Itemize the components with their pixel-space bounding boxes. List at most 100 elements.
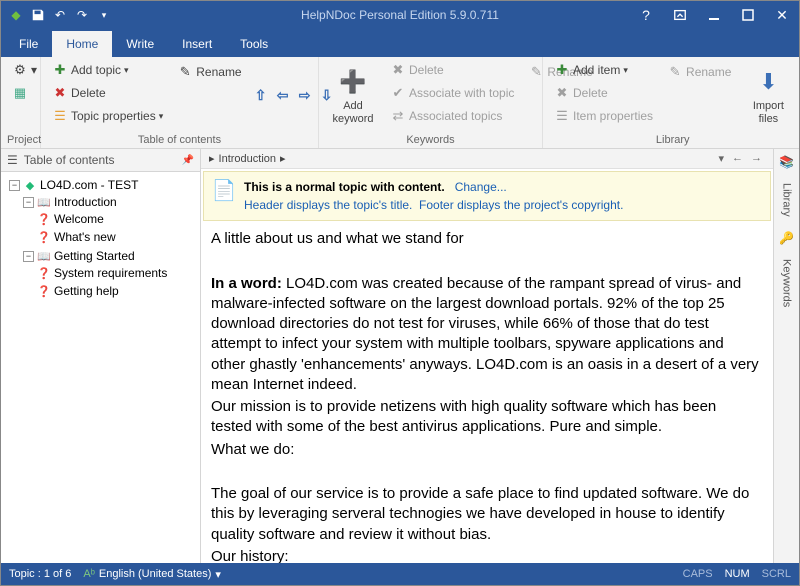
add-item-icon: ✚: [554, 62, 570, 78]
import-files-button[interactable]: ⬇ Import files: [740, 59, 796, 132]
footer-link[interactable]: Footer displays the project's copyright.: [419, 198, 623, 212]
change-link[interactable]: Change...: [455, 180, 507, 194]
delete-item-button[interactable]: ✖Delete: [549, 82, 658, 104]
group-label-library: Library: [549, 132, 796, 148]
doc-paragraph: The goal of our service is to provide a …: [211, 484, 759, 545]
tree-root[interactable]: − ◆ LO4D.com - TEST: [7, 177, 196, 193]
tree-node-getting-started[interactable]: − 📖 Getting Started: [21, 248, 196, 264]
delete-keyword-button[interactable]: ✖Delete: [385, 59, 519, 81]
tab-tools[interactable]: Tools: [226, 31, 282, 57]
redo-icon[interactable]: ↷: [73, 6, 91, 24]
delete-icon: ✖: [52, 85, 68, 101]
add-topic-button[interactable]: ✚ Add topic ▾: [47, 59, 168, 81]
book-icon: 📖: [37, 249, 51, 263]
properties-icon: ☰: [52, 108, 68, 124]
delete-icon: ✖: [390, 62, 406, 78]
move-right-button[interactable]: ⇨: [295, 86, 315, 106]
project-grid-button[interactable]: ▦: [7, 82, 42, 104]
topic-properties-button[interactable]: ☰ Topic properties ▾: [47, 105, 168, 127]
associated-topics-button[interactable]: ⇄Associated topics: [385, 105, 519, 127]
project-panel: ☰ Table of contents 📌 − ◆ LO4D.com - TES…: [1, 149, 201, 563]
page-icon: 📄: [212, 178, 236, 202]
group-label-keywords: Keywords: [325, 132, 536, 148]
status-scrl: SCRL: [762, 568, 791, 580]
right-sidebar: 📚 Library 🔑 Keywords: [773, 149, 799, 563]
status-topic: Topic : 1 of 6: [9, 568, 71, 580]
add-keyword-button[interactable]: ➕ Add keyword: [325, 59, 381, 132]
collapse-icon[interactable]: −: [23, 197, 34, 208]
group-label-toc: Table of contents: [47, 132, 312, 148]
item-properties-button[interactable]: ☰Item properties: [549, 105, 658, 127]
ribbon-tabs: File Home Write Insert Tools: [1, 29, 799, 57]
add-topic-icon: ✚: [52, 62, 68, 78]
delete-topic-button[interactable]: ✖ Delete: [47, 82, 168, 104]
doc-paragraph: In a word: LO4D.com was created because …: [211, 274, 759, 396]
collapse-icon[interactable]: −: [9, 180, 20, 191]
document-content[interactable]: A little about us and what we stand for …: [201, 223, 773, 563]
header-link[interactable]: Header displays the topic's title.: [244, 198, 412, 212]
rename-icon: ✎: [177, 64, 193, 80]
breadcrumb-chevron-icon[interactable]: ▸: [209, 152, 215, 165]
keywords-tab[interactable]: Keywords: [781, 259, 793, 307]
window-title: HelpNDoc Personal Edition 5.9.0.711: [301, 8, 499, 22]
tree-leaf[interactable]: ❓What's new: [35, 229, 196, 245]
undo-icon[interactable]: ↶: [51, 6, 69, 24]
tree-leaf[interactable]: ❓System requirements: [35, 265, 196, 281]
tree-leaf[interactable]: ❓Getting help: [35, 283, 196, 299]
status-bar: Topic : 1 of 6 Aᵇ English (United States…: [1, 563, 799, 585]
topic-icon: ❓: [37, 266, 51, 280]
help-button[interactable]: ?: [629, 1, 663, 29]
minimize-button[interactable]: [697, 1, 731, 29]
rename-topic-button[interactable]: ✎ Rename: [172, 61, 246, 83]
nav-prev-button[interactable]: ←: [729, 152, 746, 165]
collapse-icon[interactable]: −: [23, 251, 34, 262]
nav-next-button[interactable]: →: [748, 152, 765, 165]
info-bar: 📄 This is a normal topic with content. C…: [203, 171, 771, 221]
tab-insert[interactable]: Insert: [168, 31, 226, 57]
keywords-tab-icon[interactable]: 🔑: [779, 231, 794, 245]
import-icon: ⬇: [752, 66, 784, 98]
rename-item-button[interactable]: ✎Rename: [662, 61, 736, 83]
status-caps: CAPS: [683, 568, 713, 580]
add-item-button[interactable]: ✚ Add item ▾: [549, 59, 658, 81]
breadcrumb-chevron-icon[interactable]: ▸: [280, 152, 286, 165]
tree-node-introduction[interactable]: − 📖 Introduction: [21, 194, 196, 210]
nav-dropdown-button[interactable]: ▾: [715, 152, 727, 165]
breadcrumb-item[interactable]: Introduction: [219, 153, 276, 165]
doc-paragraph: What we do:: [211, 440, 759, 460]
doc-heading: A little about us and what we stand for: [211, 229, 759, 249]
editor-area: ▸ Introduction ▸ ▾ ← → 📄 This is a norma…: [201, 149, 773, 563]
group-label-project: Project: [7, 132, 34, 148]
project-settings-button[interactable]: ⚙▾: [7, 59, 42, 81]
tree-leaf[interactable]: ❓Welcome: [35, 211, 196, 227]
associate-keyword-button[interactable]: ✔Associate with topic: [385, 82, 519, 104]
move-up-button[interactable]: ⇧: [251, 86, 271, 106]
doc-paragraph: Our mission is to provide netizens with …: [211, 397, 759, 438]
tab-file[interactable]: File: [5, 31, 52, 57]
link-icon: ⇄: [390, 108, 406, 124]
ribbon-toggle-button[interactable]: [663, 1, 697, 29]
book-icon: 📖: [37, 195, 51, 209]
check-icon: ✔: [390, 85, 406, 101]
breadcrumb: ▸ Introduction ▸ ▾ ← →: [201, 149, 773, 169]
close-button[interactable]: ✕: [765, 1, 799, 29]
app-icon: ◆: [7, 6, 25, 24]
maximize-button[interactable]: [731, 1, 765, 29]
qat-dropdown-icon[interactable]: ▾: [95, 6, 113, 24]
ribbon: ⚙▾ ▦ Project ✚ Add topic ▾ ✖ Delete: [1, 57, 799, 149]
topic-icon: ❓: [37, 212, 51, 226]
panel-pin-icon[interactable]: 📌: [182, 155, 194, 166]
save-icon[interactable]: [29, 6, 47, 24]
doc-paragraph: Our history:: [211, 547, 759, 563]
library-tab[interactable]: Library: [781, 183, 793, 217]
library-tab-icon[interactable]: 📚: [779, 155, 794, 169]
topic-tree[interactable]: − ◆ LO4D.com - TEST − 📖 Introduction: [1, 172, 200, 563]
tab-home[interactable]: Home: [52, 31, 112, 57]
topic-icon: ❓: [37, 230, 51, 244]
add-keyword-icon: ➕: [337, 66, 369, 98]
tab-write[interactable]: Write: [112, 31, 168, 57]
rename-icon: ✎: [528, 64, 544, 80]
status-language[interactable]: Aᵇ English (United States) ▾: [83, 568, 221, 581]
move-left-button[interactable]: ⇦: [273, 86, 293, 106]
project-icon: ◆: [23, 178, 37, 192]
